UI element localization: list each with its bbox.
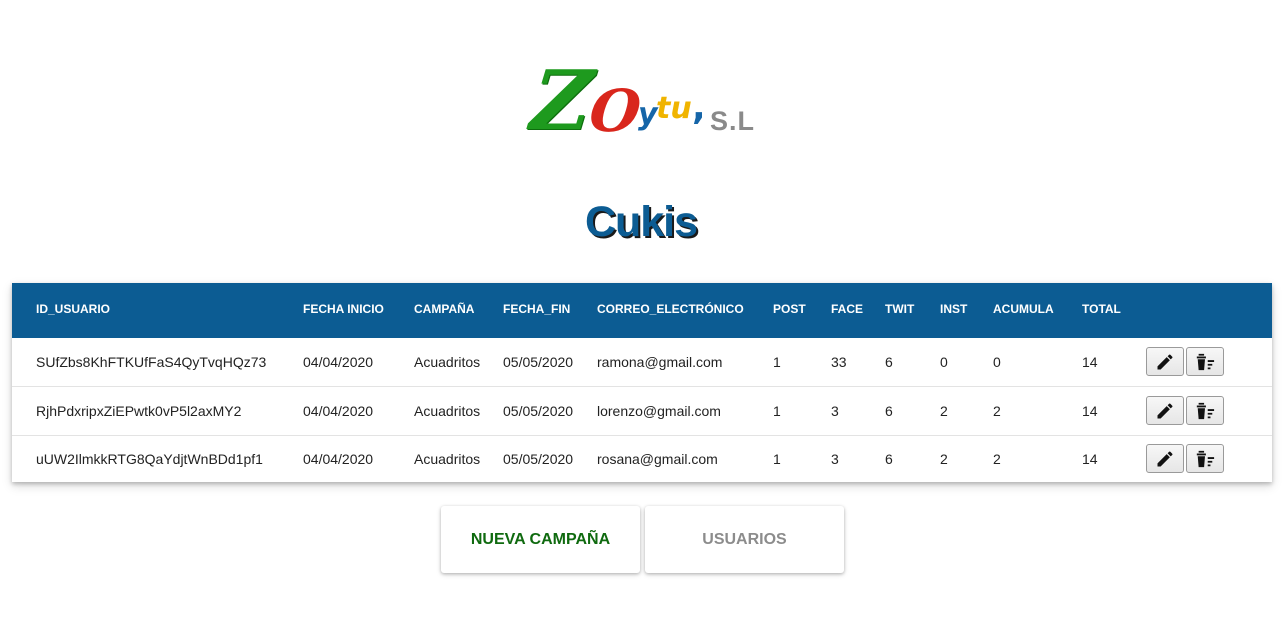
delete-button[interactable] [1186,347,1224,376]
cell-twit: 6 [885,403,893,419]
cell-fecha-inicio: 04/04/2020 [303,451,374,467]
header-fecha-inicio: FECHA INICIO [303,302,384,316]
table-header: ID_USUARIO FECHA INICIO CAMPAÑA FECHA_FI… [12,283,1272,338]
trash-sort-icon [1196,353,1215,370]
users-button[interactable]: USUARIOS [645,506,844,573]
header-face: FACE [831,302,864,316]
new-campaign-button[interactable]: NUEVA CAMPAÑA [441,506,640,573]
cell-twit: 6 [885,354,893,370]
logo-letter-o: O [586,77,645,145]
cell-post: 1 [773,451,781,467]
cell-acumula: 2 [993,451,1001,467]
header-post: POST [773,302,806,316]
cell-id-usuario: uUW2IlmkkRTG8QaYdjtWnBDd1pf1 [36,451,263,467]
campaign-table: ID_USUARIO FECHA INICIO CAMPAÑA FECHA_FI… [12,283,1272,482]
table-row: SUfZbs8KhFTKUfFaS4QyTvqHQz73 04/04/2020 … [12,338,1272,387]
header-inst: INST [940,302,968,316]
edit-button[interactable] [1146,347,1184,376]
cell-campana: Acuadritos [414,354,481,370]
cell-post: 1 [773,403,781,419]
cell-fecha-fin: 05/05/2020 [503,403,574,419]
cell-inst: 2 [940,451,948,467]
cell-correo: ramona@gmail.com [597,354,723,370]
page-title: Cukis [584,198,698,246]
delete-button[interactable] [1186,444,1224,473]
table-row: uUW2IlmkkRTG8QaYdjtWnBDd1pf1 04/04/2020 … [12,435,1272,483]
delete-button[interactable] [1186,396,1224,425]
cell-post: 1 [773,354,781,370]
header-twit: TWIT [885,302,915,316]
logo-suffix: S.L [710,106,756,136]
cell-total: 14 [1082,403,1098,419]
header-acumula: ACUMULA [993,302,1054,316]
cell-acumula: 0 [993,354,1001,370]
logo-letter-z: Z [526,53,597,149]
cell-twit: 6 [885,451,893,467]
header-correo: CORREO_ELECTRÓNICO [597,302,744,316]
cell-correo: rosana@gmail.com [597,451,718,467]
header-campana: CAMPAÑA [414,302,475,316]
header-fecha-fin: FECHA_FIN [503,302,571,316]
edit-button[interactable] [1146,444,1184,473]
pencil-icon [1157,450,1173,466]
cell-face: 3 [831,403,839,419]
cell-inst: 2 [940,403,948,419]
logo-comma: , [692,87,706,128]
cell-face: 3 [831,451,839,467]
pencil-icon [1157,402,1173,418]
cell-acumula: 2 [993,403,1001,419]
cell-inst: 0 [940,354,948,370]
cell-correo: lorenzo@gmail.com [597,403,721,419]
header-id-usuario: ID_USUARIO [36,302,111,316]
cell-total: 14 [1082,354,1098,370]
trash-sort-icon [1196,450,1215,467]
edit-button[interactable] [1146,396,1184,425]
cell-fecha-fin: 05/05/2020 [503,451,574,467]
logo-letter-y: y [638,97,658,132]
table-row: RjhPdxripxZiEPwtk0vP5l2axMY2 04/04/2020 … [12,387,1272,436]
cell-fecha-inicio: 04/04/2020 [303,403,374,419]
logo-letters-tu: tu [656,91,692,126]
pencil-icon [1157,353,1173,369]
cell-campana: Acuadritos [414,403,481,419]
cell-fecha-inicio: 04/04/2020 [303,354,374,370]
company-logo: Z O y tu , S.L [526,53,770,150]
cell-fecha-fin: 05/05/2020 [503,354,574,370]
trash-sort-icon [1196,402,1215,419]
cell-campana: Acuadritos [414,451,481,467]
header-total: TOTAL [1082,302,1121,316]
cell-face: 33 [831,354,847,370]
cell-id-usuario: SUfZbs8KhFTKUfFaS4QyTvqHQz73 [36,354,267,370]
cell-id-usuario: RjhPdxripxZiEPwtk0vP5l2axMY2 [36,403,242,419]
cell-total: 14 [1082,451,1098,467]
